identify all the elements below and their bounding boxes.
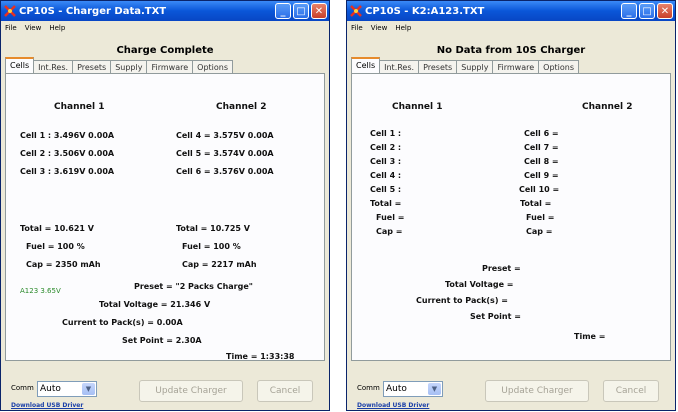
cell-3-reading: Cell 3 : [370,157,402,166]
total-voltage-readout: Total Voltage = [445,280,514,289]
cell-1-reading: Cell 1 : [370,129,402,138]
tab-cells[interactable]: Cells [351,57,381,73]
cell-4-reading: Cell 4 = 3.575V 0.00A [176,131,274,140]
title-bar[interactable]: CP10S - Charger Data.TXT _ □ ✕ [1,1,329,21]
tab-options[interactable]: Options [192,60,234,73]
download-usb-driver-link[interactable]: Download USB Driver [357,402,429,409]
ch2-cap: Cap = 2217 mAh [182,260,257,269]
tab-supply[interactable]: Supply [110,60,148,73]
ch1-cap: Cap = 2350 mAh [26,260,101,269]
chevron-down-icon[interactable]: ▼ [82,383,95,395]
tab-firmware[interactable]: Firmware [492,60,540,73]
bottom-bar: Comm Auto ▼ Update Charger Cancel Downlo… [347,376,675,412]
cell-5-reading: Cell 5 = 3.574V 0.00A [176,149,274,158]
close-icon[interactable]: ✕ [311,3,327,19]
ch1-total: Total = [370,199,402,208]
channel2-header: Channel 2 [216,102,267,112]
update-charger-button[interactable]: Update Charger [485,380,589,402]
cell-2-reading: Cell 2 : 3.506V 0.00A [20,149,115,158]
cp10s-app-icon [350,5,362,17]
ch1-total: Total = 10.621 V [20,224,94,233]
cell-10-reading: Cell 10 = [519,185,560,194]
download-usb-driver-link[interactable]: Download USB Driver [11,402,83,409]
cell-2-reading: Cell 2 : [370,143,402,152]
current-readout: Current to Pack(s) = 0.00A [62,318,183,327]
tab-strip: Cells Int.Res. Presets Supply Firmware O… [351,57,671,73]
tab-int-res[interactable]: Int.Res. [33,60,74,73]
time-readout: Time = 1:33:38 [226,352,295,361]
preset-readout: Preset = "2 Packs Charge" [134,282,253,291]
total-voltage-readout: Total Voltage = 21.346 V [99,300,211,309]
tab-supply[interactable]: Supply [456,60,494,73]
window-title: CP10S - Charger Data.TXT [19,5,167,17]
charger-window-2: CP10S - K2:A123.TXT _ □ ✕ File View Help… [346,0,676,411]
bottom-bar: Comm Auto ▼ Update Charger Cancel Downlo… [1,376,329,412]
ch2-cap: Cap = [526,227,553,236]
cell-9-reading: Cell 9 = [524,171,559,180]
cancel-button[interactable]: Cancel [257,380,313,402]
cell-4-reading: Cell 4 : [370,171,402,180]
title-bar[interactable]: CP10S - K2:A123.TXT _ □ ✕ [347,1,675,21]
chevron-down-icon[interactable]: ▼ [428,383,441,395]
cell-3-reading: Cell 3 : 3.619V 0.00A [20,167,115,176]
maximize-icon[interactable]: □ [639,3,655,19]
preset-readout: Preset = [482,264,521,273]
set-point-readout: Set Point = 2.30A [122,336,202,345]
cells-panel: Channel 1 Channel 2 Cell 1 : 3.496V 0.00… [5,73,325,361]
comm-select[interactable]: Auto ▼ [383,381,443,397]
cells-panel: Channel 1 Channel 2 Cell 1 : Cell 2 : Ce… [351,73,671,361]
ch2-total: Total = 10.725 V [176,224,250,233]
cell-7-reading: Cell 7 = [524,143,559,152]
cell-5-reading: Cell 5 : [370,185,402,194]
ch2-fuel: Fuel = [526,213,555,222]
menu-view[interactable]: View [371,24,388,32]
tab-strip: Cells Int.Res. Presets Supply Firmware O… [5,57,325,73]
menu-view[interactable]: View [25,24,42,32]
menu-help[interactable]: Help [49,24,65,32]
set-point-readout: Set Point = [470,312,521,321]
comm-value: Auto [386,384,407,394]
channel2-header: Channel 2 [582,102,633,112]
ch1-fuel: Fuel = 100 % [26,242,85,251]
menu-file[interactable]: File [5,24,17,32]
time-readout: Time = [574,332,606,341]
close-icon[interactable]: ✕ [657,3,673,19]
tab-int-res[interactable]: Int.Res. [379,60,420,73]
menu-file[interactable]: File [351,24,363,32]
window-title: CP10S - K2:A123.TXT [365,5,485,17]
ch2-total: Total = [520,199,552,208]
ch1-fuel: Fuel = [376,213,405,222]
tab-options[interactable]: Options [538,60,580,73]
comm-value: Auto [40,384,61,394]
maximize-icon[interactable]: □ [293,3,309,19]
ch1-cap: Cap = [376,227,403,236]
menu-bar: File View Help [1,21,329,35]
cancel-button[interactable]: Cancel [603,380,659,402]
comm-select[interactable]: Auto ▼ [37,381,97,397]
current-readout: Current to Pack(s) = [416,296,508,305]
cell-1-reading: Cell 1 : 3.496V 0.00A [20,131,115,140]
comm-label: Comm [11,384,34,392]
charger-window-1: CP10S - Charger Data.TXT _ □ ✕ File View… [0,0,330,411]
channel1-header: Channel 1 [54,102,105,112]
cell-6-reading: Cell 6 = 3.576V 0.00A [176,167,274,176]
tab-cells[interactable]: Cells [5,57,35,73]
tab-presets[interactable]: Presets [418,60,458,73]
cell-6-reading: Cell 6 = [524,129,559,138]
channel1-header: Channel 1 [392,102,443,112]
cell-8-reading: Cell 8 = [524,157,559,166]
update-charger-button[interactable]: Update Charger [139,380,243,402]
minimize-icon[interactable]: _ [621,3,637,19]
comm-label: Comm [357,384,380,392]
cp10s-app-icon [4,5,16,17]
battery-type-tag: A123 3.65V [20,287,61,295]
tab-firmware[interactable]: Firmware [146,60,194,73]
menu-bar: File View Help [347,21,675,35]
tab-presets[interactable]: Presets [72,60,112,73]
minimize-icon[interactable]: _ [275,3,291,19]
ch2-fuel: Fuel = 100 % [182,242,241,251]
menu-help[interactable]: Help [395,24,411,32]
